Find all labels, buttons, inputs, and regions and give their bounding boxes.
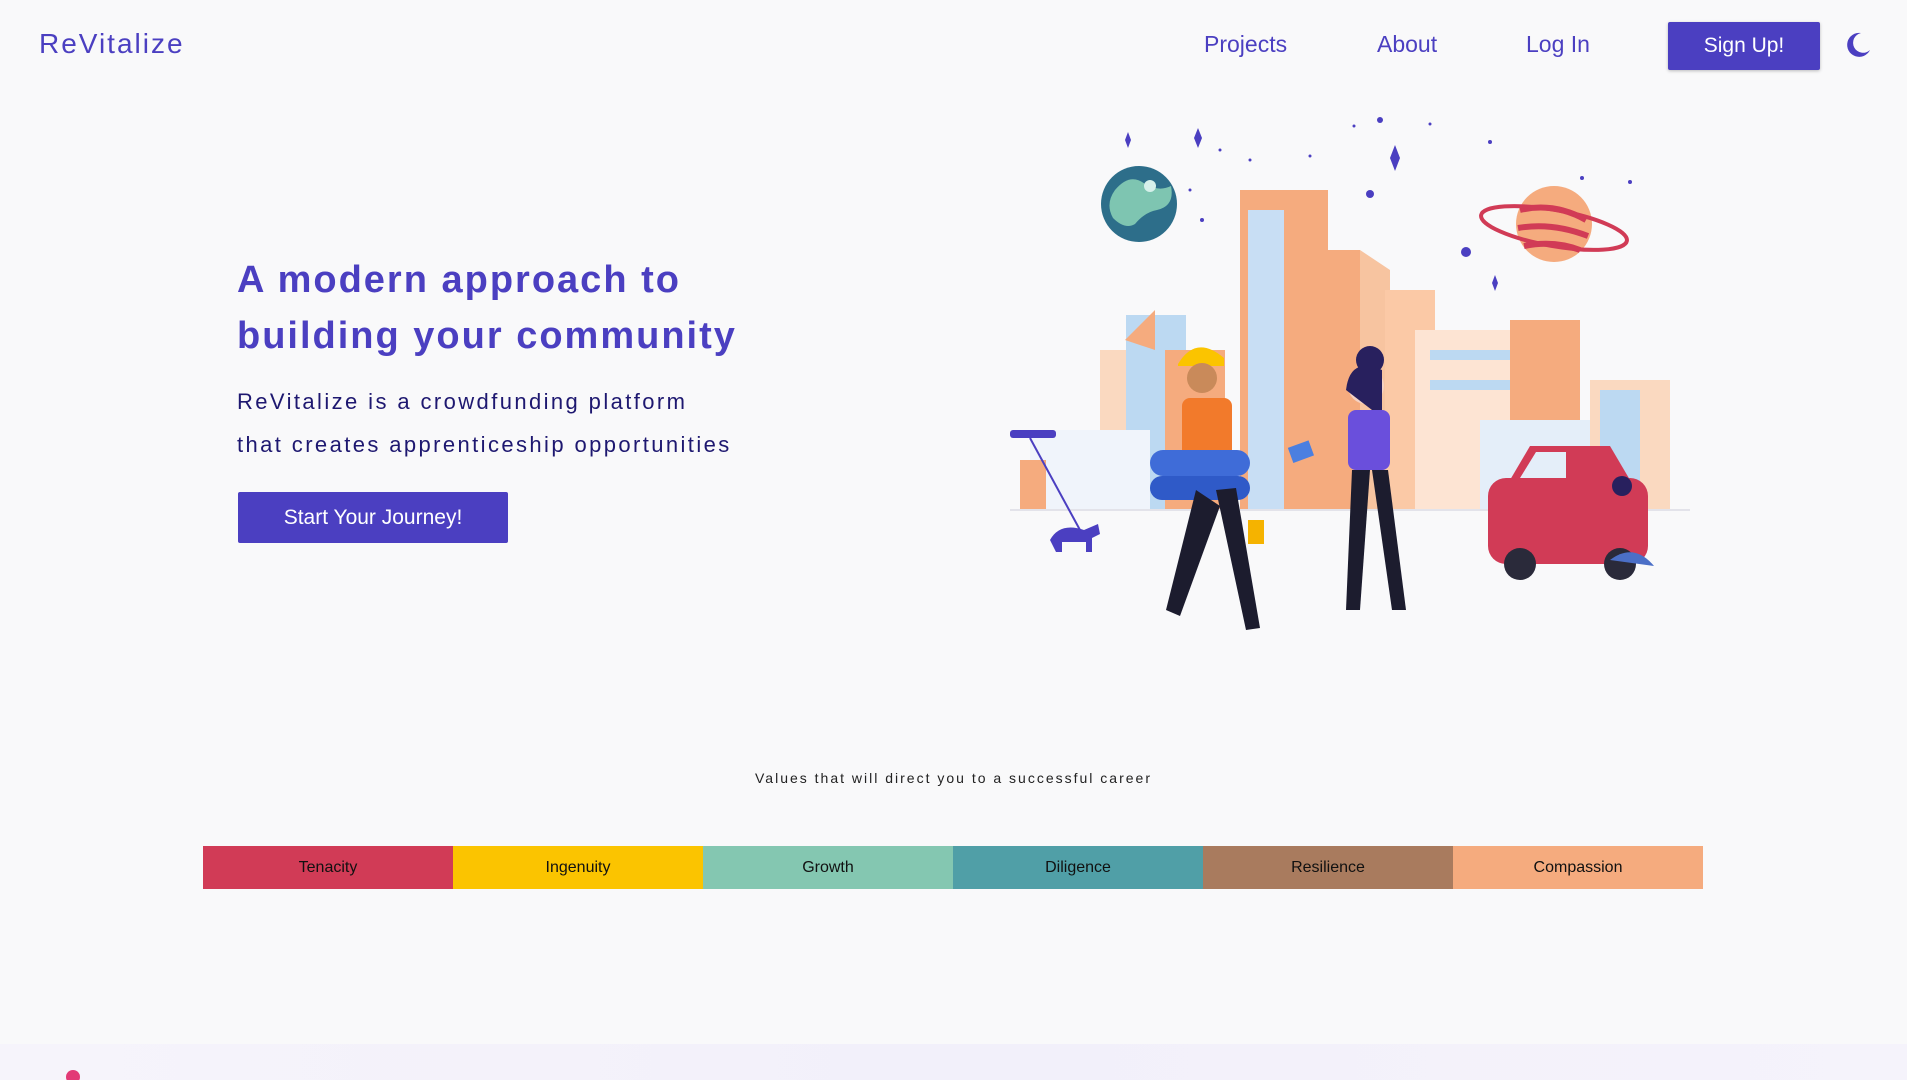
values-caption: Values that will direct you to a success… xyxy=(755,770,1152,786)
value-compassion: Compassion xyxy=(1453,846,1703,889)
moon-icon[interactable] xyxy=(1843,30,1873,60)
brand-logo[interactable]: ReVitalize xyxy=(39,28,185,60)
value-ingenuity: Ingenuity xyxy=(453,846,703,889)
value-resilience: Resilience xyxy=(1203,846,1453,889)
footer-strip xyxy=(0,1044,1907,1080)
hero-subtitle: ReVitalize is a crowdfunding platform th… xyxy=(237,380,797,466)
nav-link-about[interactable]: About xyxy=(1377,31,1437,58)
value-growth: Growth xyxy=(703,846,953,889)
hero-subtitle-line-2: that creates apprenticeship opportunitie… xyxy=(237,432,732,457)
value-tenacity: Tenacity xyxy=(203,846,453,889)
hero-illustration xyxy=(990,100,1710,660)
value-diligence: Diligence xyxy=(953,846,1203,889)
earth-planet xyxy=(1101,166,1177,242)
nav-link-login[interactable]: Log In xyxy=(1526,31,1590,58)
values-strip: Tenacity Ingenuity Growth Diligence Resi… xyxy=(203,846,1703,889)
nav-link-projects[interactable]: Projects xyxy=(1204,31,1287,58)
hero-subtitle-line-1: ReVitalize is a crowdfunding platform xyxy=(237,389,688,414)
top-nav: ReVitalize Projects About Log In Sign Up… xyxy=(0,0,1907,92)
hero-title-line-1: A modern approach to xyxy=(237,259,681,301)
pink-dot-icon xyxy=(66,1070,80,1080)
ringed-planet xyxy=(1479,186,1629,262)
hero-title: A modern approach to building your commu… xyxy=(237,252,797,364)
hero-title-line-2: building your community xyxy=(237,315,737,357)
sign-up-button[interactable]: Sign Up! xyxy=(1668,22,1820,70)
start-journey-button[interactable]: Start Your Journey! xyxy=(238,492,508,543)
